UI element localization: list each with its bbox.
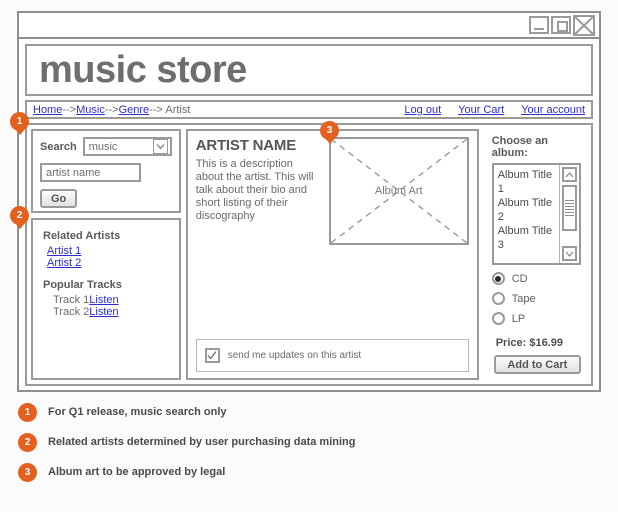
radio-lp[interactable] (491, 312, 505, 326)
note-text-2: Related artists determined by user purch… (48, 436, 356, 448)
album-list-scrollbar[interactable] (559, 165, 579, 264)
chevron-down-icon (565, 251, 574, 257)
callout-badge-2: 2 (10, 206, 29, 225)
search-row: Search music (40, 137, 172, 156)
left-sidebar: Search music artist name Go Related Arti… (31, 129, 181, 380)
window-titlebar (19, 13, 599, 39)
list-item[interactable]: Album Title 3 (498, 224, 559, 252)
related-artist-1-link[interactable]: Artist 1 (47, 245, 169, 257)
scroll-up-button[interactable] (562, 167, 577, 182)
artist-description: This is a description about the artist. … (195, 158, 314, 222)
go-button[interactable]: Go (40, 189, 78, 208)
scrollbar-thumb[interactable] (562, 185, 577, 231)
album-art-placeholder: Album Art (328, 137, 469, 245)
search-input-value: artist name (46, 166, 101, 179)
format-option-tape[interactable]: Tape (491, 292, 581, 306)
logout-link[interactable]: Log out (404, 104, 441, 116)
track-row: Track 1Listen (53, 294, 169, 306)
format-label-cd: CD (511, 272, 528, 285)
list-item[interactable]: Album Title 2 (498, 196, 559, 224)
account-links: Log out Your Cart Your account (404, 104, 585, 116)
close-button[interactable] (573, 14, 595, 36)
album-purchase-panel: Choose an album: Album Title 1 Album Tit… (484, 129, 587, 380)
note-text-3: Album art to be approved by legal (48, 466, 226, 478)
search-panel: Search music artist name Go (31, 129, 181, 213)
note-text-1: For Q1 release, music search only (48, 406, 227, 418)
note-badge-1: 1 (18, 402, 37, 422)
artist-info: ARTIST NAME This is a description about … (196, 137, 321, 245)
search-label: Search (40, 140, 77, 153)
track-2-listen-link[interactable]: Listen (89, 306, 118, 318)
format-option-cd[interactable]: CD (491, 272, 581, 286)
format-label-tape: Tape (511, 292, 536, 305)
your-cart-link[interactable]: Your Cart (458, 104, 504, 116)
note-badge-2: 2 (18, 432, 37, 452)
navigation-bar: Home-->Music-->Genre--> Artist Log out Y… (25, 100, 593, 119)
search-input[interactable]: artist name (40, 163, 141, 182)
updates-checkbox-label: send me updates on this artist (227, 350, 362, 361)
price-label: Price: $16.99 (495, 337, 563, 350)
artist-panel: ARTIST NAME This is a description about … (185, 129, 479, 380)
breadcrumb-link-home[interactable]: Home (33, 104, 62, 116)
page-content: Search music artist name Go Related Arti… (25, 123, 593, 386)
breadcrumb-current: Artist (165, 103, 191, 116)
popular-tracks-title: Popular Tracks (43, 279, 122, 291)
breadcrumb-link-music[interactable]: Music (76, 104, 105, 116)
related-panel: Related Artists Artist 1 Artist 2 Popula… (31, 218, 181, 380)
track-1-listen-link[interactable]: Listen (89, 294, 118, 306)
related-artist-2-link[interactable]: Artist 2 (47, 257, 169, 269)
search-category-value: music (88, 140, 118, 153)
wireframe-page: music store Home-->Music-->Genre--> Arti… (0, 0, 618, 512)
search-category-select[interactable]: music (82, 137, 172, 156)
callout-badge-1: 1 (10, 112, 29, 131)
format-option-lp[interactable]: LP (491, 312, 581, 326)
chevron-down-icon (152, 139, 168, 154)
radio-cd[interactable] (491, 272, 505, 286)
site-banner: music store (25, 44, 593, 96)
note-badge-3: 3 (18, 462, 37, 482)
scroll-down-button[interactable] (562, 246, 577, 262)
note-item: 1 For Q1 release, music search only (18, 397, 578, 427)
format-label-lp: LP (511, 312, 526, 325)
maximize-button[interactable] (551, 16, 571, 34)
minimize-button[interactable] (529, 16, 549, 34)
track-1-name: Track 1 (53, 294, 90, 306)
choose-album-label: Choose an album: (491, 135, 548, 159)
album-list: Album Title 1 Album Title 2 Album Title … (494, 165, 559, 263)
related-artists-title: Related Artists (43, 230, 121, 242)
updates-checkbox[interactable] (204, 348, 220, 363)
note-item: 3 Album art to be approved by legal (18, 457, 578, 487)
close-icon (573, 14, 595, 36)
site-title: music store (39, 49, 247, 91)
updates-optin-row: send me updates on this artist (195, 339, 469, 372)
add-to-cart-button[interactable]: Add to Cart (493, 355, 581, 374)
track-row: Track 2Listen (53, 306, 169, 318)
breadcrumb-sep-2: --> (104, 103, 119, 116)
radio-tape[interactable] (491, 292, 505, 306)
your-account-link[interactable]: Your account (521, 104, 585, 116)
breadcrumb: Home-->Music-->Genre--> Artist (33, 104, 190, 116)
chevron-up-icon (565, 171, 574, 177)
callout-badge-3: 3 (320, 121, 339, 140)
list-item[interactable]: Album Title 1 (498, 168, 559, 196)
breadcrumb-link-genre[interactable]: Genre (119, 104, 150, 116)
artist-top-row: ARTIST NAME This is a description about … (196, 137, 469, 245)
artist-name: ARTIST NAME (195, 137, 296, 154)
breadcrumb-sep-3: --> (149, 103, 166, 116)
breadcrumb-sep-1: --> (62, 103, 77, 116)
track-2-name: Track 2 (53, 306, 90, 318)
note-item: 2 Related artists determined by user pur… (18, 427, 578, 457)
notes-legend: 1 For Q1 release, music search only 2 Re… (18, 397, 578, 487)
browser-window: music store Home-->Music-->Genre--> Arti… (17, 11, 601, 392)
checkmark-icon (207, 351, 217, 360)
album-art-label: Album Art (374, 185, 423, 197)
album-listbox[interactable]: Album Title 1 Album Title 2 Album Title … (491, 163, 581, 266)
